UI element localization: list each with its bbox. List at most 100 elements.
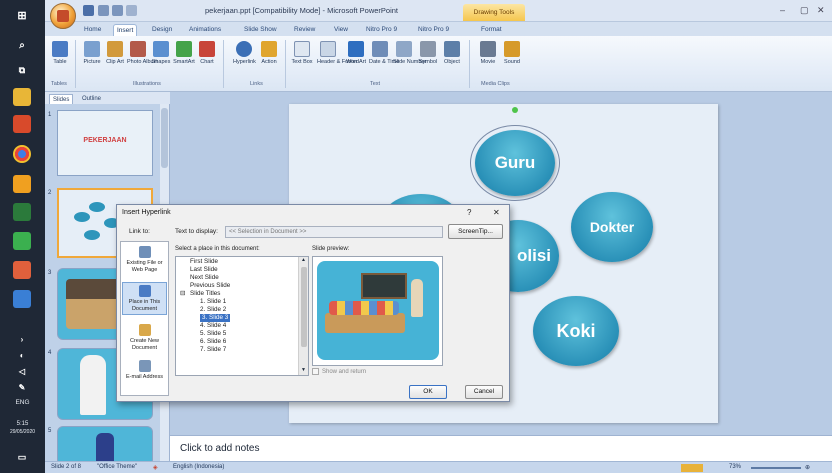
tab-format[interactable]: Format — [478, 24, 505, 36]
app-icon-yellow[interactable] — [13, 175, 31, 193]
app-icon-blue[interactable] — [13, 290, 31, 308]
rotation-handle-icon[interactable] — [512, 107, 518, 113]
save-icon[interactable] — [83, 5, 94, 16]
clock-date[interactable]: 29/05/2020 — [0, 428, 45, 436]
scroll-up-arrow-icon[interactable]: ▲ — [301, 257, 306, 263]
redo-icon[interactable] — [112, 5, 123, 16]
hyperlink-button[interactable]: Hyperlink — [233, 41, 256, 65]
pane-tabs: Slides Outline — [45, 92, 170, 104]
header-footer-button[interactable]: Header & Footer — [317, 41, 358, 65]
link-to-new-document[interactable]: Create New Document — [122, 324, 167, 351]
zoom-slider[interactable] — [751, 467, 801, 469]
zoom-level[interactable]: 73% — [729, 464, 741, 470]
office-app-icon[interactable] — [13, 115, 31, 133]
tab-slides[interactable]: Slides — [49, 94, 74, 104]
tree-item-slide-1[interactable]: 1. Slide 1 — [200, 298, 226, 306]
ok-button[interactable]: OK — [409, 385, 447, 399]
slide-thumbnail-5[interactable] — [57, 426, 153, 466]
link-to-existing-file[interactable]: Existing File or Web Page — [122, 246, 167, 273]
bubble-dokter[interactable]: Dokter — [571, 192, 653, 262]
cancel-button[interactable]: Cancel — [465, 385, 503, 399]
tree-scroll-thumb[interactable] — [301, 267, 307, 347]
table-button[interactable]: Table — [49, 41, 71, 65]
collapse-icon[interactable]: ⊟ — [180, 290, 185, 298]
powerpoint-icon[interactable] — [13, 261, 31, 279]
bubble-guru[interactable]: Guru — [470, 125, 560, 201]
minimize-button[interactable]: – — [780, 5, 785, 15]
action-button[interactable]: Action — [258, 41, 280, 65]
app-icon-green[interactable] — [13, 232, 31, 250]
chart-button[interactable]: Chart — [196, 41, 218, 65]
tab-nitro-pro-2[interactable]: Nitro Pro 9 — [415, 24, 452, 36]
tab-review[interactable]: Review — [291, 24, 318, 36]
checkbox-box[interactable] — [312, 368, 319, 375]
task-view-icon[interactable]: ⧉ — [13, 61, 31, 79]
tree-item-slide-7[interactable]: 7. Slide 7 — [200, 346, 226, 354]
language-status[interactable]: English (Indonesia) — [173, 464, 224, 470]
screentip-button[interactable]: ScreenTip... — [448, 224, 503, 239]
shapes-button[interactable]: Shapes — [150, 41, 172, 65]
zoom-in-icon[interactable]: ⊕ — [805, 464, 810, 471]
window-title: pekerjaan.ppt [Compatibility Mode] - Mic… — [205, 6, 399, 15]
tree-item-slide-6[interactable]: 6. Slide 6 — [200, 338, 226, 346]
tree-item-next-slide[interactable]: Next Slide — [190, 274, 219, 282]
dialog-help-button[interactable]: ? — [467, 208, 471, 217]
tab-nitro-pro-1[interactable]: Nitro Pro 9 — [363, 24, 400, 36]
tree-item-slide-3[interactable]: 3. Slide 3 — [200, 314, 231, 322]
link-to-email-address[interactable]: E-mail Address — [122, 360, 167, 381]
symbol-button[interactable]: Symbol — [417, 41, 439, 65]
show-and-return-checkbox[interactable]: Show and return — [312, 368, 366, 375]
scroll-thumb[interactable] — [161, 108, 168, 168]
wordart-button[interactable]: WordArt — [345, 41, 367, 65]
tree-item-slide-4[interactable]: 4. Slide 4 — [200, 322, 226, 330]
app-icon-green-dark[interactable] — [13, 203, 31, 221]
tab-animations[interactable]: Animations — [186, 24, 224, 36]
dialog-close-button[interactable]: ✕ — [493, 208, 500, 217]
windows-start-icon[interactable]: ⊞ — [13, 6, 31, 24]
chrome-icon[interactable] — [13, 145, 31, 163]
notification-icon[interactable]: ▭ — [13, 448, 31, 466]
object-button[interactable]: Object — [441, 41, 463, 65]
tab-home[interactable]: Home — [81, 24, 104, 36]
tree-item-last-slide[interactable]: Last Slide — [190, 266, 218, 274]
tab-view[interactable]: View — [331, 24, 351, 36]
view-buttons[interactable] — [681, 464, 703, 472]
language-indicator[interactable]: ENG — [0, 399, 45, 407]
qat-customize-icon[interactable] — [126, 5, 137, 16]
picture-button[interactable]: Picture — [81, 41, 103, 65]
date-time-button[interactable]: Date & Time — [369, 41, 399, 65]
tree-item-slide-titles[interactable]: Slide Titles — [190, 290, 220, 298]
notes-pane[interactable]: Click to add notes — [170, 435, 832, 461]
close-button[interactable]: ✕ — [817, 5, 825, 16]
tree-item-first-slide[interactable]: First Slide — [190, 258, 218, 266]
text-to-display-input[interactable]: << Selection in Document >> — [225, 226, 443, 238]
smartart-button[interactable]: SmartArt — [173, 41, 195, 65]
tree-item-previous-slide[interactable]: Previous Slide — [190, 282, 230, 290]
office-button[interactable] — [50, 3, 76, 29]
tree-item-slide-2[interactable]: 2. Slide 2 — [200, 306, 226, 314]
tree-item-slide-5[interactable]: 5. Slide 5 — [200, 330, 226, 338]
tab-insert[interactable]: Insert — [113, 24, 138, 36]
pen-icon[interactable]: ✎ — [13, 378, 31, 396]
maximize-button[interactable]: ▢ — [800, 5, 809, 16]
scroll-down-arrow-icon[interactable]: ▼ — [301, 367, 306, 373]
clock-time[interactable]: 5:15 — [0, 420, 45, 428]
tab-slide-show[interactable]: Slide Show — [241, 24, 280, 36]
slide-number-button[interactable]: Slide Number — [393, 41, 426, 65]
place-tree[interactable]: First Slide Last Slide Next Slide Previo… — [175, 256, 309, 376]
file-explorer-icon[interactable] — [13, 88, 31, 106]
search-icon[interactable]: ⌕ — [13, 36, 31, 54]
movie-button[interactable]: Movie — [477, 41, 499, 65]
bubble-koki[interactable]: Koki — [533, 296, 619, 366]
sound-button[interactable]: Sound — [501, 41, 523, 65]
tab-outline[interactable]: Outline — [79, 94, 104, 104]
tree-scrollbar[interactable]: ▲ ▼ — [298, 257, 308, 375]
tab-design[interactable]: Design — [149, 24, 175, 36]
clip-art-button[interactable]: Clip Art — [104, 41, 126, 65]
undo-icon[interactable] — [98, 5, 109, 16]
spellcheck-icon[interactable]: ◈ — [153, 464, 158, 471]
slide-thumbnail-1[interactable]: PEKERJAAN — [57, 110, 153, 176]
photo-album-button[interactable]: Photo Album — [127, 41, 158, 65]
link-to-place-in-document[interactable]: Place in This Document — [122, 282, 167, 315]
text-box-button[interactable]: Text Box — [291, 41, 313, 65]
